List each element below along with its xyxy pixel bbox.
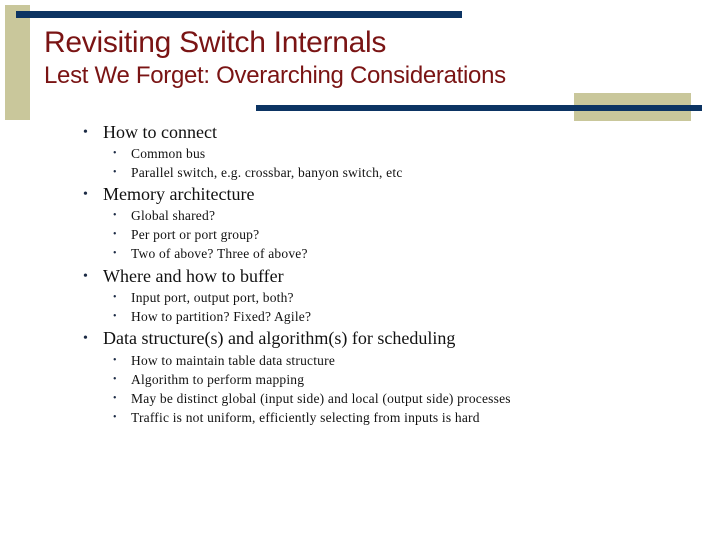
bullet-level2: • Common bus	[113, 146, 205, 162]
bullet-level2: • Parallel switch, e.g. crossbar, banyon …	[113, 165, 403, 181]
bullet-text: How to partition? Fixed? Agile?	[131, 309, 312, 324]
bullet-text: Algorithm to perform mapping	[131, 372, 305, 387]
bullet-level2: • How to partition? Fixed? Agile?	[113, 309, 311, 325]
bullet-icon: •	[113, 167, 117, 178]
bullet-text: How to maintain table data structure	[131, 353, 336, 368]
bullet-text: Parallel switch, e.g. crossbar, banyon s…	[131, 165, 403, 180]
slide-title: Revisiting Switch Internals	[44, 26, 387, 59]
bullet-level1: • Memory architecture	[83, 184, 254, 205]
bullet-icon: •	[113, 355, 117, 366]
bullet-level2: • Input port, output port, both?	[113, 290, 294, 306]
bullet-level2: • How to maintain table data structure	[113, 353, 335, 369]
bullet-text: May be distinct global (input side) and …	[131, 391, 511, 406]
bullet-icon: •	[113, 229, 117, 240]
bullet-level2: • Per port or port group?	[113, 227, 259, 243]
bullet-text: Common bus	[131, 146, 206, 161]
slide-subtitle: Lest We Forget: Overarching Consideratio…	[44, 62, 506, 89]
bullet-level2: • Traffic is not uniform, efficiently sel…	[113, 410, 480, 426]
bullet-text: Data structure(s) and algorithm(s) for s…	[103, 328, 456, 348]
bullet-icon: •	[113, 374, 117, 385]
bullet-level2: • Algorithm to perform mapping	[113, 372, 304, 388]
bullet-icon: •	[113, 148, 117, 159]
bullet-icon: •	[83, 331, 88, 346]
decorative-tan-bar-left	[5, 5, 30, 120]
bullet-text: Where and how to buffer	[103, 266, 284, 286]
decorative-navy-bar-bottom	[256, 105, 702, 111]
bullet-icon: •	[83, 269, 88, 284]
bullet-level1: • How to connect	[83, 122, 217, 143]
bullet-icon: •	[113, 393, 117, 404]
bullet-icon: •	[113, 210, 117, 221]
bullet-text: Input port, output port, both?	[131, 290, 294, 305]
bullet-icon: •	[83, 187, 88, 202]
bullet-icon: •	[83, 125, 88, 140]
bullet-icon: •	[113, 292, 117, 303]
bullet-text: Per port or port group?	[131, 227, 260, 242]
decorative-navy-bar-top	[16, 11, 462, 18]
bullet-level2: • Global shared?	[113, 208, 215, 224]
bullet-text: Traffic is not uniform, efficiently sele…	[131, 410, 480, 425]
bullet-icon: •	[113, 311, 117, 322]
bullet-text: Memory architecture	[103, 184, 255, 204]
bullet-icon: •	[113, 248, 117, 259]
bullet-text: Global shared?	[131, 208, 216, 223]
bullet-level2: • May be distinct global (input side) and…	[113, 391, 511, 407]
bullet-level1: • Where and how to buffer	[83, 266, 284, 287]
bullet-text: Two of above? Three of above?	[131, 246, 308, 261]
bullet-level1: • Data structure(s) and algorithm(s) for …	[83, 328, 455, 349]
bullet-icon: •	[113, 412, 117, 423]
bullet-text: How to connect	[103, 122, 217, 142]
bullet-level2: • Two of above? Three of above?	[113, 246, 308, 262]
